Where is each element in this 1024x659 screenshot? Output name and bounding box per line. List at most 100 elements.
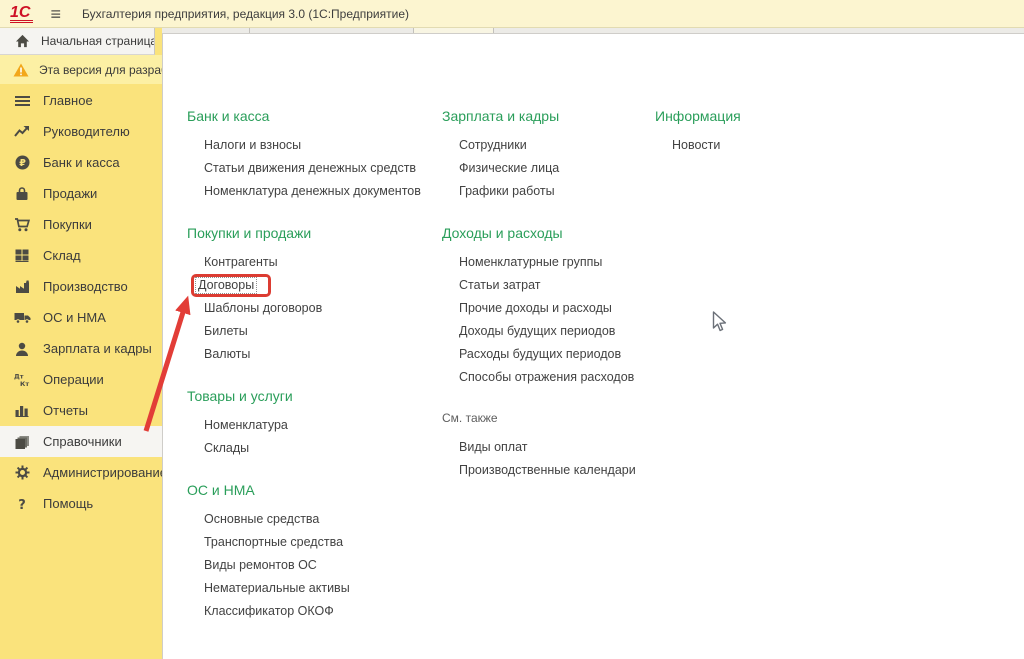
question-icon: ? bbox=[13, 496, 31, 512]
person-icon bbox=[13, 341, 31, 357]
tab-home-page[interactable]: Начальная страница bbox=[0, 28, 155, 55]
focused-link-label[interactable]: Договоры bbox=[195, 277, 257, 294]
svg-text:?: ? bbox=[18, 498, 26, 511]
sidebar-item-spravochniki[interactable]: Справочники bbox=[0, 426, 162, 457]
sidebar-item-label: Продажи bbox=[43, 186, 97, 201]
section-sm-takzhe: См. также Виды оплат Производственные ка… bbox=[442, 410, 636, 482]
menu-link[interactable]: Валюты bbox=[187, 343, 421, 366]
factory-icon bbox=[13, 279, 31, 295]
section-informaciya: Информация Новости bbox=[655, 107, 741, 157]
sidebar-nav: Главное Руководителю ₽ Банк и касса Прод… bbox=[0, 85, 162, 519]
sidebar-item-administrirovanie[interactable]: Администрирование bbox=[0, 457, 162, 488]
sidebar-item-label: Склад bbox=[43, 248, 81, 263]
warning-icon bbox=[12, 62, 30, 78]
gear-icon bbox=[13, 465, 31, 481]
section-tovary-i-uslugi: Товары и услуги Номенклатура Склады bbox=[187, 387, 421, 460]
sidebar-item-zarplata-i-kadry[interactable]: Зарплата и кадры bbox=[0, 333, 162, 364]
menu-link[interactable]: Способы отражения расходов bbox=[442, 366, 636, 389]
sidebar-item-os-i-nma[interactable]: ОС и НМА bbox=[0, 302, 162, 333]
dev-version-warning[interactable]: Эта версия для разработ bbox=[0, 55, 162, 84]
menu-link[interactable]: Производственные календари bbox=[442, 459, 636, 482]
sidebar-item-pomoshch[interactable]: ? Помощь bbox=[0, 488, 162, 519]
sidebar-item-label: Зарплата и кадры bbox=[43, 341, 152, 356]
section-dohody-i-rashody: Доходы и расходы Номенклатурные группы С… bbox=[442, 224, 636, 389]
section-pokupki-i-prodazhi: Покупки и продажи Контрагенты Договоры Ш… bbox=[187, 224, 421, 366]
sidebar-item-label: Операции bbox=[43, 372, 104, 387]
section-title: Покупки и продажи bbox=[187, 224, 421, 242]
sidebar-item-sklad[interactable]: Склад bbox=[0, 240, 162, 271]
section-zarplata-i-kadry: Зарплата и кадры Сотрудники Физические л… bbox=[442, 107, 636, 203]
sidebar: Начальная страница Эта версия для разраб… bbox=[0, 28, 162, 659]
menu-link[interactable]: Номенклатурные группы bbox=[442, 251, 636, 274]
section-title: Информация bbox=[655, 107, 741, 125]
books-icon bbox=[13, 434, 31, 450]
sidebar-item-label: Руководителю bbox=[43, 124, 130, 139]
menu-link[interactable]: Классификатор ОКОФ bbox=[187, 600, 421, 623]
menu-link[interactable]: Сотрудники bbox=[442, 134, 636, 157]
menu-link[interactable]: Нематериальные активы bbox=[187, 577, 421, 600]
svg-text:₽: ₽ bbox=[19, 158, 26, 169]
sidebar-item-label: Справочники bbox=[43, 434, 122, 449]
trend-chart-icon bbox=[13, 124, 31, 140]
annotation-highlight-box: Договоры bbox=[191, 274, 271, 297]
menu-link[interactable]: Номенклатура bbox=[187, 414, 421, 437]
menu-link[interactable]: Склады bbox=[187, 437, 421, 460]
section-title: Товары и услуги bbox=[187, 387, 421, 405]
menu-link[interactable]: Шаблоны договоров bbox=[187, 297, 421, 320]
menu-link[interactable]: Расходы будущих периодов bbox=[442, 343, 636, 366]
sidebar-item-label: Администрирование bbox=[43, 465, 162, 480]
cart-icon bbox=[13, 217, 31, 233]
menu-link-dogovory[interactable]: Договоры bbox=[187, 274, 421, 297]
title-bar: 1С ≡ Бухгалтерия предприятия, редакция 3… bbox=[0, 0, 1024, 28]
menu-link[interactable]: Билеты bbox=[187, 320, 421, 343]
sidebar-item-rukovoditelyu[interactable]: Руководителю bbox=[0, 116, 162, 147]
menu-link[interactable]: Физические лица bbox=[442, 157, 636, 180]
sidebar-item-label: Отчеты bbox=[43, 403, 88, 418]
bar-chart-icon bbox=[13, 403, 31, 419]
menu-link[interactable]: Статьи движения денежных средств bbox=[187, 157, 421, 180]
sidebar-item-bank-i-kassa[interactable]: ₽ Банк и касса bbox=[0, 147, 162, 178]
menu-link[interactable]: Основные средства bbox=[187, 508, 421, 531]
menu-link[interactable]: Доходы будущих периодов bbox=[442, 320, 636, 343]
main-menu-icon[interactable]: ≡ bbox=[50, 5, 61, 23]
1c-logo-icon: 1С bbox=[10, 5, 33, 23]
dt-kt-icon: ДтКт bbox=[13, 372, 31, 388]
sidebar-item-otchety[interactable]: Отчеты bbox=[0, 395, 162, 426]
sidebar-item-label: Покупки bbox=[43, 217, 92, 232]
menu-lines-icon bbox=[13, 93, 31, 109]
menu-link[interactable]: Новости bbox=[655, 134, 741, 157]
section-title: Банк и касса bbox=[187, 107, 421, 125]
menu-column-1: Банк и касса Налоги и взносы Статьи движ… bbox=[187, 107, 421, 644]
menu-link[interactable]: Виды ремонтов ОС bbox=[187, 554, 421, 577]
svg-text:Кт: Кт bbox=[20, 380, 29, 387]
sidebar-item-glavnoe[interactable]: Главное bbox=[0, 85, 162, 116]
truck-icon bbox=[13, 310, 31, 326]
sidebar-item-label: Помощь bbox=[43, 496, 93, 511]
menu-link[interactable]: Транспортные средства bbox=[187, 531, 421, 554]
section-title: ОС и НМА bbox=[187, 481, 421, 499]
function-menu-panel: Банк и касса Налоги и взносы Статьи движ… bbox=[162, 33, 1024, 659]
sidebar-item-label: Банк и касса bbox=[43, 155, 120, 170]
menu-column-3: Информация Новости bbox=[655, 107, 741, 178]
ruble-circle-icon: ₽ bbox=[13, 155, 31, 171]
menu-link[interactable]: Графики работы bbox=[442, 180, 636, 203]
menu-link[interactable]: Виды оплат bbox=[442, 436, 636, 459]
window-title: Бухгалтерия предприятия, редакция 3.0 (1… bbox=[82, 7, 409, 21]
sidebar-item-pokupki[interactable]: Покупки bbox=[0, 209, 162, 240]
menu-column-2: Зарплата и кадры Сотрудники Физические л… bbox=[442, 107, 636, 503]
section-title: См. также bbox=[442, 410, 636, 426]
section-bank-i-kassa: Банк и касса Налоги и взносы Статьи движ… bbox=[187, 107, 421, 203]
sidebar-item-operacii[interactable]: ДтКт Операции bbox=[0, 364, 162, 395]
pallet-icon bbox=[13, 248, 31, 264]
home-tab-label: Начальная страница bbox=[41, 34, 155, 48]
menu-link[interactable]: Номенклатура денежных документов bbox=[187, 180, 421, 203]
sidebar-item-proizvodstvo[interactable]: Производство bbox=[0, 271, 162, 302]
menu-link[interactable]: Контрагенты bbox=[187, 251, 421, 274]
menu-link[interactable]: Прочие доходы и расходы bbox=[442, 297, 636, 320]
menu-link[interactable]: Статьи затрат bbox=[442, 274, 636, 297]
sidebar-item-label: ОС и НМА bbox=[43, 310, 106, 325]
section-title: Зарплата и кадры bbox=[442, 107, 636, 125]
section-title: Доходы и расходы bbox=[442, 224, 636, 242]
sidebar-item-prodazhi[interactable]: Продажи bbox=[0, 178, 162, 209]
menu-link[interactable]: Налоги и взносы bbox=[187, 134, 421, 157]
